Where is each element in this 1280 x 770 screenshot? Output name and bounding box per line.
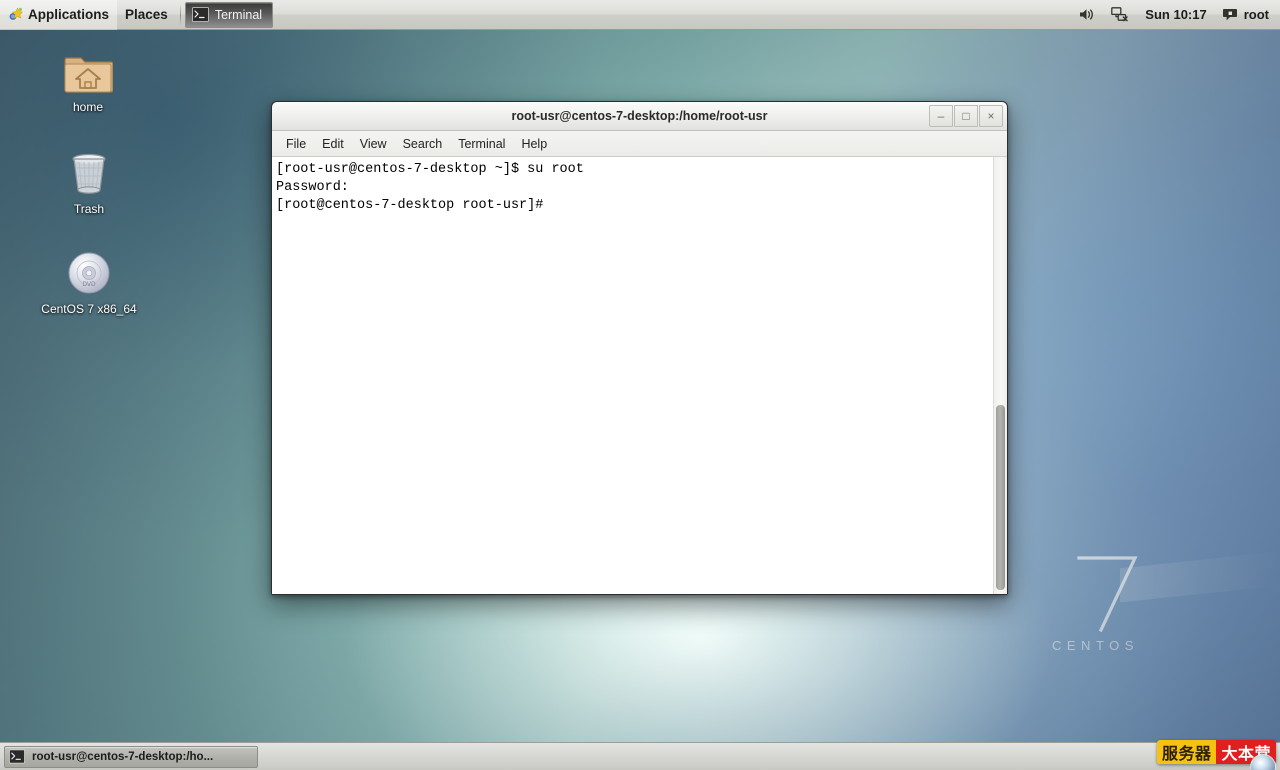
wallpaper-centos-label: CENTOS [1052,638,1139,653]
maximize-button[interactable]: □ [954,105,978,127]
system-tray: Sun 10:17 root [1075,0,1280,30]
menu-bar: File Edit View Search Terminal Help [272,131,1007,157]
menu-search[interactable]: Search [395,134,451,154]
window-list: Terminal [184,0,274,30]
user-label: root [1243,7,1269,22]
desktop-icon-home[interactable]: home [33,50,143,114]
desktop-icon-trash[interactable]: Trash [34,150,144,216]
scrollbar-thumb[interactable] [996,405,1005,590]
close-button[interactable]: × [979,105,1003,127]
terminal-body[interactable]: [root-usr@centos-7-desktop ~]$ su root P… [272,157,1007,594]
volume-indicator[interactable] [1075,0,1098,30]
window-button-label: Terminal [214,7,263,22]
network-disconnected-icon [1111,7,1129,22]
messages-icon [1222,8,1239,22]
applications-menu-icon [8,7,23,22]
menu-help[interactable]: Help [513,134,555,154]
taskbar-button-terminal[interactable]: root-usr@centos-7-desktop:/ho... [4,745,258,768]
terminal-icon [9,749,25,764]
trash-icon [67,150,111,196]
terminal-window[interactable]: root-usr@centos-7-desktop:/home/root-usr… [271,101,1008,595]
terminal-output[interactable]: [root-usr@centos-7-desktop ~]$ su root P… [272,157,993,594]
network-indicator[interactable] [1108,0,1132,30]
user-menu[interactable]: root [1220,0,1272,30]
menu-view[interactable]: View [352,134,395,154]
dvd-disc-icon: DVD [66,250,112,296]
places-menu[interactable]: Places [117,0,176,30]
applications-menu[interactable]: Applications [0,0,118,30]
desktop-icon-label: home [72,100,104,114]
svg-text:DVD: DVD [82,281,96,288]
menu-file[interactable]: File [278,134,314,154]
window-button-terminal[interactable]: Terminal [184,1,274,28]
window-controls: – □ × [929,105,1003,127]
clock-label: Sun 10:17 [1145,7,1207,22]
wallpaper-seven-glyph [1075,552,1141,632]
menu-edit[interactable]: Edit [314,134,352,154]
places-menu-label: Places [125,7,168,22]
desktop-icon-label: CentOS 7 x86_64 [41,302,137,316]
window-title-bar[interactable]: root-usr@centos-7-desktop:/home/root-usr… [272,102,1007,131]
top-panel: Applications Places Terminal Sun 10:17 r… [0,0,1280,30]
watermark-text-primary: 服务器 [1156,740,1217,764]
terminal-icon [191,7,209,22]
menu-terminal[interactable]: Terminal [450,134,513,154]
panel-separator [179,3,181,26]
clock[interactable]: Sun 10:17 [1142,0,1209,30]
window-title: root-usr@centos-7-desktop:/home/root-usr [511,109,768,123]
terminal-scrollbar[interactable] [993,157,1007,594]
volume-icon [1078,7,1095,22]
desktop-icon-label: Trash [73,202,105,216]
taskbar-button-label: root-usr@centos-7-desktop:/ho... [32,750,214,763]
desktop-icon-centos-dvd[interactable]: DVD CentOS 7 x86_64 [34,250,144,316]
applications-menu-label: Applications [28,7,110,22]
home-folder-icon [63,50,113,94]
minimize-button[interactable]: – [929,105,953,127]
bottom-panel: root-usr@centos-7-desktop:/ho... [0,742,1280,770]
wallpaper-streak [1120,551,1280,603]
